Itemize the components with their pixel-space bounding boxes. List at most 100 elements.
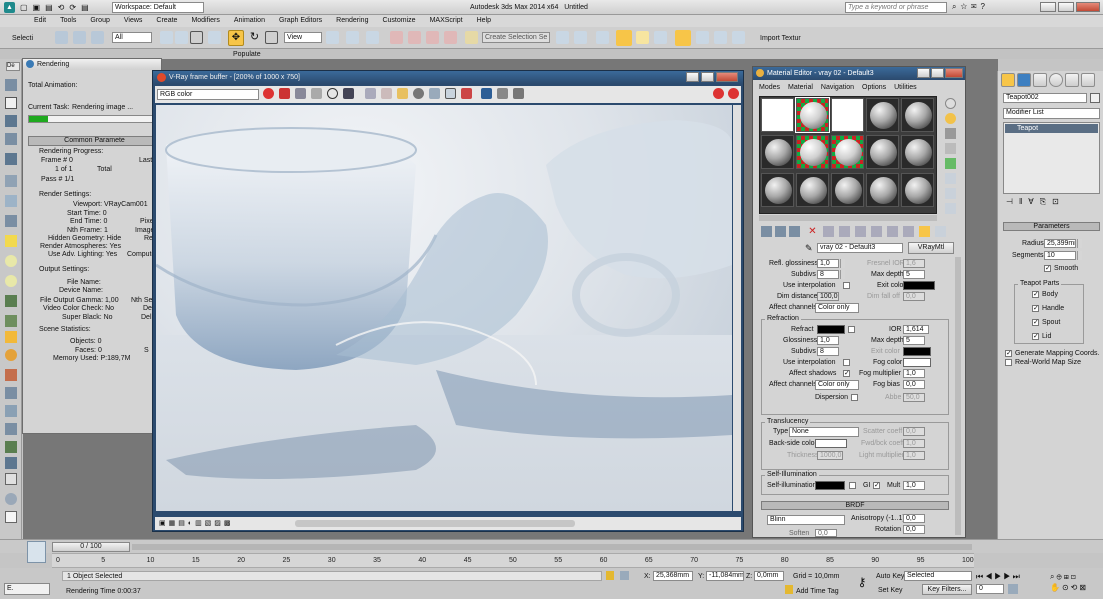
refl-glossiness-spinner[interactable] [840, 259, 845, 268]
z-coord-field[interactable]: 0,0mm [754, 571, 784, 581]
menu-maxscript[interactable]: MAXScript [430, 17, 463, 24]
brdf-type-dropdown[interactable]: Blinn [767, 515, 845, 525]
mtl-menu-utilities[interactable]: Utilities [894, 84, 917, 91]
sample-uv-icon[interactable] [945, 143, 956, 154]
gen-mapping-checkbox[interactable]: ✓ [1005, 350, 1012, 357]
rendering-dialog-titlebar[interactable]: Rendering [23, 59, 161, 70]
mtl-close-button[interactable] [945, 68, 963, 78]
curve-editor-icon[interactable] [636, 31, 649, 44]
fresnel-ior-field[interactable]: 1,6 [903, 259, 925, 268]
link-viewport-icon[interactable] [461, 88, 472, 99]
mtl-titlebar[interactable]: Material Editor - vray 02 - Default3 [753, 67, 965, 80]
sample-slot-13[interactable] [831, 173, 864, 207]
backlight-icon[interactable] [945, 113, 956, 124]
window-crossing-icon[interactable] [208, 31, 221, 44]
refl-subdivs-field[interactable]: 8 [817, 270, 839, 279]
refr-affect-channels-dropdown[interactable]: Color only [815, 380, 859, 390]
region-render-icon[interactable] [445, 88, 456, 99]
show-end-result-icon[interactable] [903, 226, 914, 237]
modify-tab-icon[interactable] [1017, 73, 1031, 87]
tool-icon-22[interactable] [5, 473, 17, 485]
lock-icon[interactable] [606, 571, 614, 580]
put-to-library-icon[interactable] [855, 226, 866, 237]
mono-icon[interactable] [327, 88, 338, 99]
refr-glossiness-field[interactable]: 1,0 [817, 336, 839, 345]
back-side-color-swatch[interactable] [815, 439, 847, 448]
time-slider-track[interactable] [132, 544, 972, 550]
make-unique-icon[interactable] [839, 226, 850, 237]
brdf-rollout[interactable]: BRDF [761, 501, 949, 510]
viewport-nav-icons[interactable]: ⌕⊕⊞⊡ ✋⊙⟲⊠ [1050, 571, 1100, 595]
go-forward-icon[interactable] [935, 226, 946, 237]
quick-access-icons[interactable]: ▢▣▤⟲⟳▤ [20, 3, 95, 12]
camera-icon[interactable] [413, 88, 424, 99]
tool-icon-5[interactable] [5, 153, 17, 165]
edit-named-sets-icon[interactable] [465, 31, 478, 44]
render-icon[interactable] [728, 88, 739, 99]
key-icon[interactable]: ⚷ [854, 574, 870, 590]
sample-slot-1[interactable] [761, 98, 794, 132]
get-material-icon[interactable] [761, 226, 772, 237]
rendered-frame-window-icon[interactable] [714, 31, 727, 44]
tool-icon-7[interactable] [5, 195, 17, 207]
sample-slot-2[interactable] [795, 97, 830, 133]
pixel-info-icon[interactable] [513, 88, 524, 99]
minimize-button[interactable] [1040, 2, 1056, 12]
sample-slot-15[interactable] [901, 173, 934, 207]
vfb-vertical-scrollbar[interactable] [733, 105, 741, 511]
gi-checkbox[interactable]: ✓ [873, 482, 880, 489]
mtl-menu-material[interactable]: Material [788, 84, 813, 91]
sample-slot-4[interactable] [866, 98, 899, 132]
tool-icon-19[interactable] [5, 423, 17, 435]
tool-icon-16[interactable] [5, 369, 17, 381]
auto-key-mode-dropdown[interactable]: Selected [904, 571, 972, 581]
rotate-icon[interactable]: ↻ [248, 31, 261, 44]
eyedropper-icon[interactable]: ✎ [805, 243, 815, 253]
refr-use-interp-checkbox[interactable] [843, 359, 850, 366]
key-filters-button[interactable]: Key Filters... [922, 584, 972, 595]
scale-icon[interactable] [265, 31, 278, 44]
time-config-icon[interactable] [1008, 584, 1018, 594]
menu-tools[interactable]: Tools [60, 17, 76, 24]
pivot-icon[interactable] [326, 31, 339, 44]
vfb-close-button[interactable] [716, 72, 738, 82]
soften-field[interactable]: 0,0 [815, 529, 837, 537]
vfb-status-icons[interactable]: ▣▦▤◐▥▧▨▩ [159, 519, 279, 528]
save-image-icon[interactable] [343, 88, 354, 99]
refract-map-button[interactable] [848, 326, 855, 333]
clear-image-icon[interactable] [381, 88, 392, 99]
refl-max-depth-field[interactable]: 5 [903, 270, 925, 279]
dim-distance-field[interactable]: 100,0 [817, 292, 839, 301]
menu-help[interactable]: Help [477, 17, 491, 24]
tool-icon-4[interactable] [5, 133, 17, 145]
time-tag-icon[interactable] [785, 585, 793, 594]
show-map-icon[interactable] [887, 226, 898, 237]
search-input[interactable]: Type a keyword or phrase [845, 2, 947, 13]
part-body-checkbox[interactable]: ✓ [1032, 291, 1039, 298]
refl-glossiness-field[interactable]: 1,0 [817, 259, 839, 268]
color-green-channel-icon[interactable] [279, 88, 290, 99]
abbe-field[interactable]: 50,0 [903, 393, 925, 402]
tool-icon-1[interactable] [5, 79, 17, 91]
tool-icon-14[interactable] [5, 331, 17, 343]
smooth-checkbox[interactable]: ✓ [1044, 265, 1051, 272]
sample-slot-9[interactable] [866, 135, 899, 169]
rect-selection-icon[interactable] [190, 31, 203, 44]
stop-render-icon[interactable] [713, 88, 724, 99]
mtl-menu-navigation[interactable]: Navigation [821, 84, 854, 91]
close-button[interactable] [1076, 2, 1100, 12]
render-setup-icon[interactable] [696, 31, 709, 44]
reference-coord-dropdown[interactable]: View [284, 32, 322, 43]
sample-slot-3[interactable] [831, 98, 864, 132]
menu-graph-editors[interactable]: Graph Editors [279, 17, 322, 24]
vfb-maximize-button[interactable] [701, 72, 714, 82]
select-manipulate-icon[interactable] [346, 31, 359, 44]
mini-listener[interactable] [27, 541, 46, 563]
time-slider[interactable]: 0 / 100 [52, 542, 130, 552]
anisotropy-field[interactable]: 0,0 [903, 514, 925, 523]
y-coord-field[interactable]: -11,084mm [706, 571, 744, 581]
workspace-dropdown[interactable]: Workspace: Default [112, 2, 204, 13]
segments-field[interactable]: 10 [1044, 251, 1076, 260]
radius-spinner[interactable] [1077, 239, 1082, 248]
sample-slot-8[interactable] [831, 135, 864, 169]
